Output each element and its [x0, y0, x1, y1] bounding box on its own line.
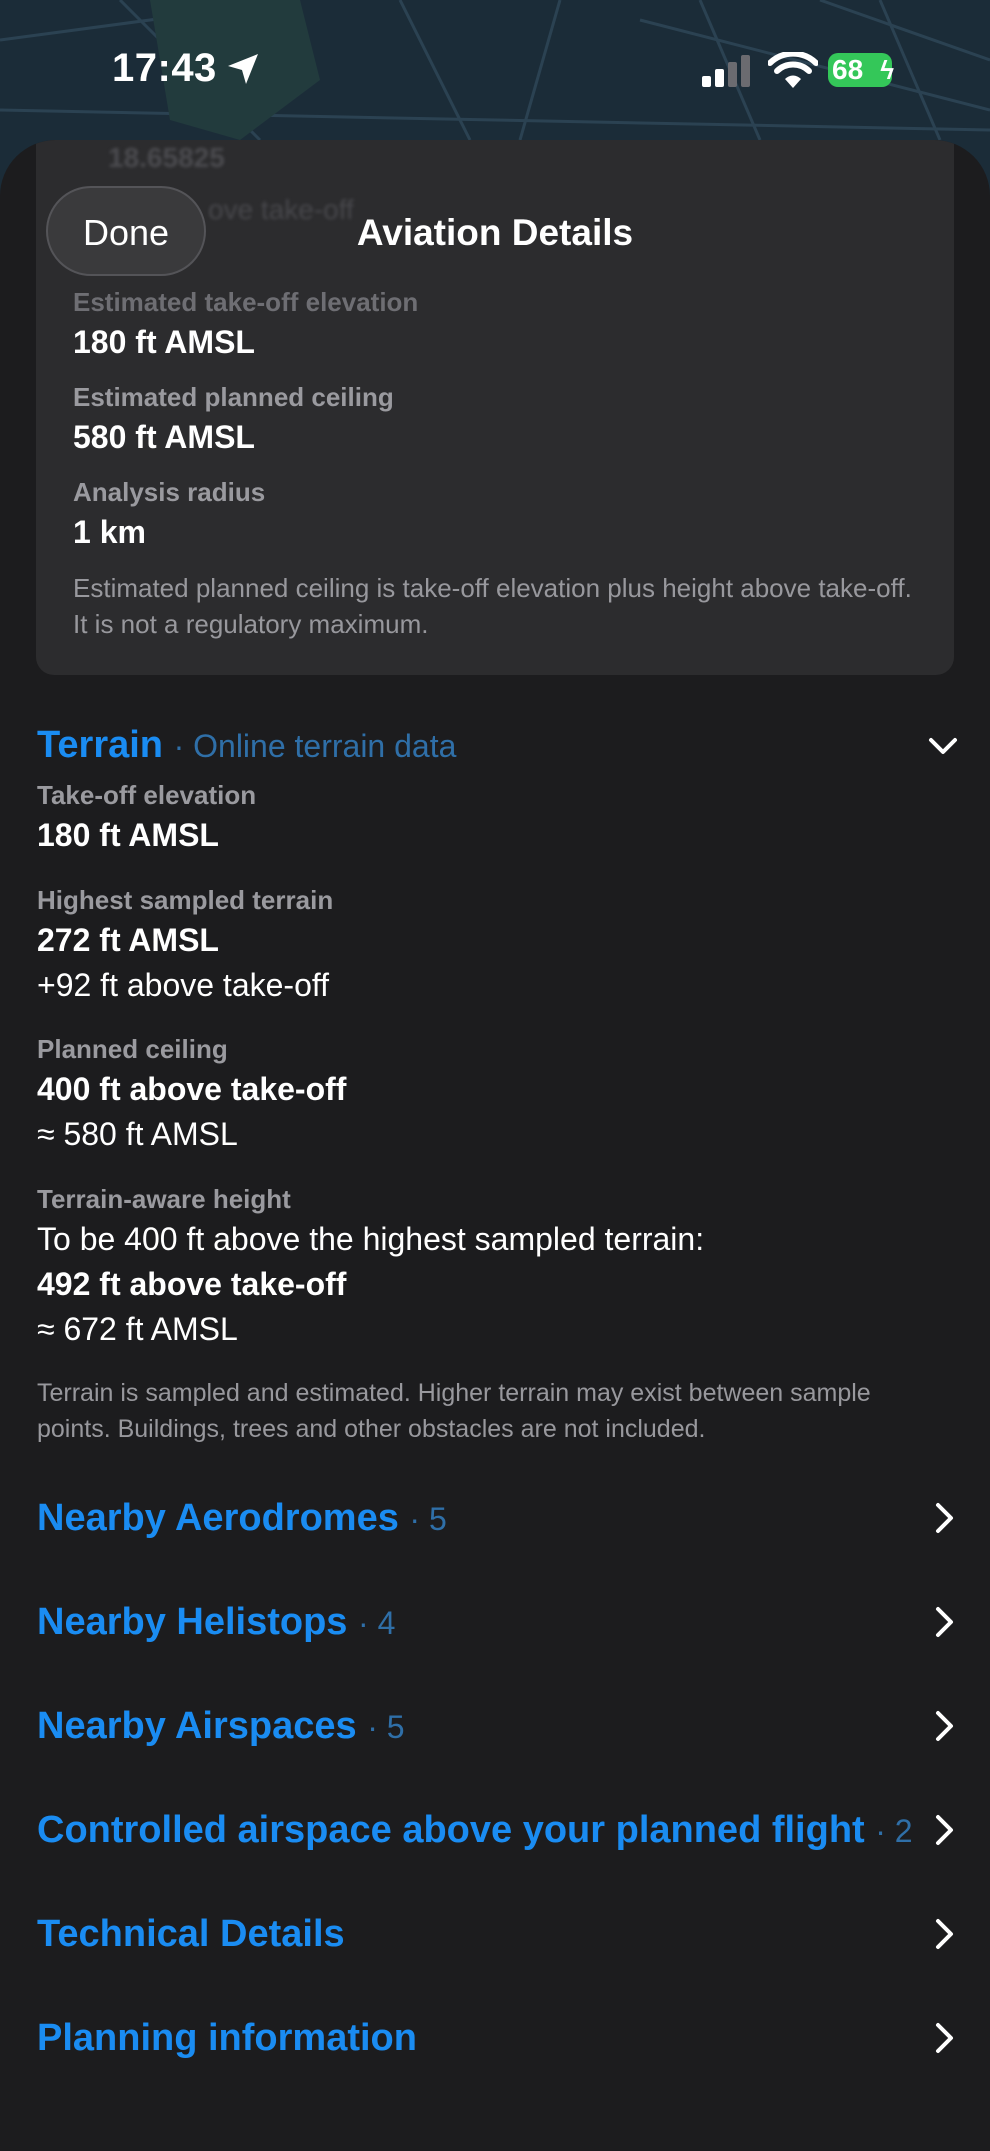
summary-radius-value: 1 km	[73, 514, 146, 550]
chevron-right-icon[interactable]	[930, 1814, 958, 1846]
section-nearby-helistops[interactable]: Nearby Helistops · 4	[37, 1601, 395, 1644]
terrain-aware-text: To be 400 ft above the highest sampled t…	[37, 1221, 705, 1257]
summary-note: Estimated planned ceiling is take-off el…	[73, 573, 912, 639]
chevron-right-icon[interactable]	[930, 1502, 958, 1534]
section-count: · 5	[367, 1709, 405, 1745]
chevron-right-icon[interactable]	[930, 1918, 958, 1950]
highest-terrain-label: Highest sampled terrain	[37, 885, 334, 915]
section-title: Planning information	[37, 2017, 417, 2059]
chevron-right-icon[interactable]	[930, 1710, 958, 1742]
section-planning-information[interactable]: Planning information	[37, 2017, 417, 2060]
terrain-note: Terrain is sampled and estimated. Higher…	[37, 1379, 871, 1443]
section-title: Nearby Airspaces	[37, 1705, 357, 1747]
status-bar: 17:43 68 ϟ	[0, 0, 990, 140]
section-count: · 5	[409, 1501, 447, 1537]
highest-terrain-value: 272 ft AMSL	[37, 922, 219, 958]
scrolled-ghost-value: 18.65825	[108, 142, 225, 173]
chevron-right-icon[interactable]	[930, 2022, 958, 2054]
chevron-right-icon[interactable]	[930, 1606, 958, 1638]
terrain-aware-value: 492 ft above take-off	[37, 1266, 347, 1302]
section-count: · 2	[875, 1813, 913, 1849]
summary-ceiling-label: Estimated planned ceiling	[73, 382, 394, 412]
planned-ceiling-label: Planned ceiling	[37, 1034, 228, 1064]
planned-ceiling-value: 400 ft above take-off	[37, 1071, 347, 1107]
battery-level: 68	[832, 54, 864, 85]
wifi-icon	[768, 52, 818, 88]
aviation-details-sheet: 18.65825 ove take-off Done Aviation Deta…	[0, 140, 990, 2151]
section-title: Nearby Helistops	[37, 1601, 348, 1643]
terrain-takeoff-label: Take-off elevation	[37, 780, 257, 810]
status-time: 17:43	[112, 46, 217, 90]
section-title: Controlled airspace above your planned f…	[37, 1809, 865, 1851]
section-title: Technical Details	[37, 1913, 345, 1955]
terrain-aware-label: Terrain-aware height	[37, 1184, 291, 1214]
section-title: Nearby Aerodromes	[37, 1497, 399, 1539]
section-nearby-aerodromes[interactable]: Nearby Aerodromes · 5	[37, 1497, 447, 1540]
section-nearby-airspaces[interactable]: Nearby Airspaces · 5	[37, 1705, 405, 1748]
page-title: Aviation Details	[356, 212, 634, 253]
highest-terrain-delta: +92 ft above take-off	[37, 967, 330, 1003]
section-technical-details[interactable]: Technical Details	[37, 1913, 345, 1956]
terrain-section-header[interactable]: Terrain · Online terrain data	[37, 724, 456, 767]
section-count: · 4	[358, 1605, 396, 1641]
terrain-source: · Online terrain data	[173, 728, 457, 764]
terrain-takeoff-value: 180 ft AMSL	[37, 817, 219, 853]
summary-ceiling-value: 580 ft AMSL	[73, 419, 255, 455]
battery-charging-icon: 68 ϟ	[828, 53, 894, 87]
planned-ceiling-amsl: ≈ 580 ft AMSL	[37, 1116, 238, 1152]
summary-takeoff-value: 180 ft AMSL	[73, 324, 255, 360]
terrain-aware-amsl: ≈ 672 ft AMSL	[37, 1311, 238, 1347]
section-controlled-airspace[interactable]: Controlled airspace above your planned f…	[37, 1809, 913, 1852]
terrain-title: Terrain	[37, 724, 164, 766]
chevron-down-icon[interactable]	[928, 736, 958, 758]
location-arrow-icon	[228, 54, 258, 84]
summary-radius-label: Analysis radius	[73, 477, 266, 507]
cellular-signal-icon	[702, 55, 750, 87]
summary-takeoff-label: Estimated take-off elevation	[73, 287, 419, 317]
